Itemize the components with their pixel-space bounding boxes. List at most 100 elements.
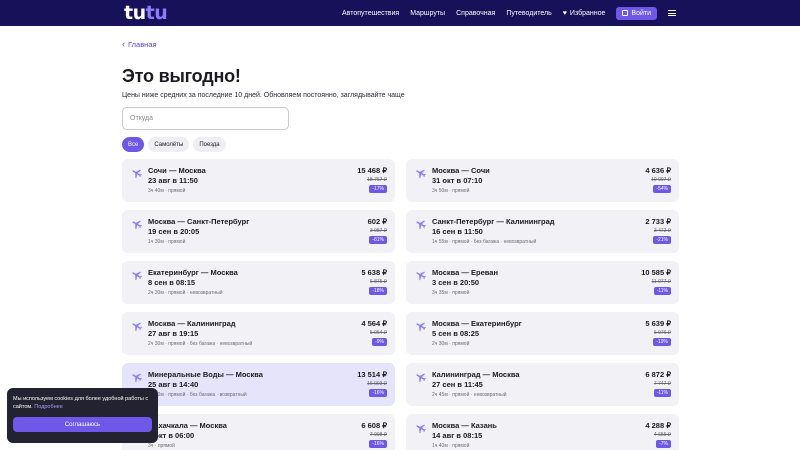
filter-all[interactable]: Все (122, 137, 145, 152)
deal-price: 6 608 ₽ (361, 421, 387, 430)
deal-meta: 3ч 35м · прямой (432, 290, 470, 296)
deal-price: 4 636 ₽ (645, 166, 671, 175)
deal-card[interactable]: Калининград — Москва 27 сен в 11:45 2ч 45м… (406, 363, 679, 406)
deal-price: 2 733 ₽ (645, 217, 671, 226)
deal-old-price: 10 097 ₽ (651, 177, 671, 183)
plane-icon (131, 268, 143, 281)
breadcrumb-home[interactable]: ‹ Главная (122, 40, 678, 50)
deal-prices: 602 ₽ 3 087 ₽ -81% (368, 217, 387, 244)
nav-routes[interactable]: Маршруты (410, 10, 445, 17)
deal-date: 27 сен в 11:45 (432, 380, 483, 389)
deal-meta: 3ч 40м · прямой (148, 188, 186, 194)
deal-price: 5 639 ₽ (645, 319, 671, 328)
deal-date: 23 авг в 11:50 (148, 176, 198, 185)
filter-planes[interactable]: Самолёты (148, 137, 190, 152)
deal-route: Минеральные Воды — Москва (148, 370, 263, 379)
deal-date: 1 окт в 06:00 (148, 431, 195, 440)
nav-autotravel[interactable]: Автопутешествия (342, 10, 399, 17)
plane-icon (131, 319, 143, 332)
page-title: Это выгодно! (122, 66, 241, 86)
deal-old-price: 6 875 ₽ (369, 279, 387, 285)
login-icon (622, 10, 629, 16)
plane-icon (131, 217, 143, 230)
page-subtitle: Цены ниже средних за последние 10 дней. … (122, 92, 405, 99)
nav-help[interactable]: Справочная (456, 10, 495, 17)
cookie-accept-button[interactable]: Соглашаюсь (13, 417, 152, 432)
deal-card[interactable]: Москва — Санкт-Петербург 19 сен в 20:05 1ч… (122, 210, 395, 253)
deal-card[interactable]: Москва — Екатеринбург 5 сен в 08:25 2ч 30м… (406, 312, 679, 355)
discount-badge: -16% (369, 440, 387, 448)
deal-meta: 3ч · прямой (148, 443, 175, 449)
deal-old-price: 11 977 ₽ (651, 279, 672, 285)
deal-old-price: 5 064 ₽ (369, 330, 387, 336)
login-label: Войти (631, 9, 651, 17)
plane-icon (415, 319, 427, 332)
deal-old-price: 3 087 ₽ (369, 228, 387, 234)
deal-meta: 3ч 50м · прямой (432, 188, 470, 194)
deal-prices: 6 608 ₽ 7 908 ₽ -16% (361, 421, 387, 448)
deal-route: Москва — Сочи (432, 166, 490, 175)
deal-old-price: 16 093 ₽ (367, 381, 387, 387)
tutu-logo[interactable]: tutu (124, 2, 168, 24)
header: tutu Автопутешествия Маршруты Справочная… (0, 0, 800, 26)
from-input[interactable] (122, 107, 289, 130)
deal-price: 15 468 ₽ (357, 166, 387, 175)
deal-date: 14 авг в 08:15 (432, 431, 483, 440)
deal-route: Санкт-Петербург — Калининград (432, 217, 555, 226)
deal-route: Москва — Екатеринбург (432, 319, 522, 328)
deal-card[interactable]: Минеральные Воды — Москва 25 авг в 14:40 2… (122, 363, 395, 406)
deal-card[interactable]: Сочи — Москва 23 авг в 11:50 3ч 40м · прям… (122, 159, 395, 202)
menu-icon[interactable] (668, 10, 676, 16)
deal-prices: 15 468 ₽ 18 767 ₽ -17% (357, 166, 387, 193)
breadcrumb-label: Главная (128, 40, 157, 49)
deal-prices: 2 733 ₽ 3 472 ₽ -21% (645, 217, 671, 244)
deal-old-price: 6 976 ₽ (653, 330, 671, 336)
plane-icon (415, 421, 427, 434)
deal-meta: 1ч 55м · прямой · без багажа · невозврат… (432, 239, 537, 245)
deal-card[interactable]: Москва — Ереван 3 сен в 20:50 3ч 35м · пря… (406, 261, 679, 304)
deal-card[interactable]: Махачкала — Москва 1 окт в 06:00 3ч · прям… (122, 414, 395, 450)
filter-trains[interactable]: Поезда (193, 137, 226, 152)
login-button[interactable]: Войти (616, 6, 657, 20)
plane-icon (415, 268, 427, 281)
nav-favorites[interactable]: ♥ Избранное (563, 10, 606, 17)
deal-prices: 4 564 ₽ 5 064 ₽ -9% (361, 319, 387, 346)
deal-card[interactable]: Москва — Сочи 31 окт в 07:10 3ч 50м · прям… (406, 159, 679, 202)
deal-price: 13 514 ₽ (357, 370, 387, 379)
deal-price: 5 638 ₽ (361, 268, 387, 277)
deal-prices: 6 872 ₽ 7 747 ₽ -11% (645, 370, 671, 397)
discount-badge: -11% (653, 389, 671, 397)
deal-prices: 5 638 ₽ 6 875 ₽ -18% (361, 268, 387, 295)
filter-chips: Все Самолёты Поезда (122, 137, 678, 152)
deal-route: Калининград — Москва (432, 370, 520, 379)
deal-prices: 5 639 ₽ 6 976 ₽ -19% (645, 319, 671, 346)
deal-date: 27 авг в 19:15 (148, 329, 199, 338)
plane-icon (131, 166, 143, 179)
deal-card[interactable]: Санкт-Петербург — Калининград 16 сен в 11… (406, 210, 679, 253)
deal-date: 31 окт в 07:10 (432, 176, 483, 185)
deal-prices: 10 585 ₽ 11 977 ₽ -11% (641, 268, 671, 295)
deal-date: 19 сен в 20:05 (148, 227, 200, 236)
nav-guide[interactable]: Путеводитель (506, 10, 551, 17)
discount-badge: -18% (369, 287, 387, 295)
deal-date: 3 сен в 20:50 (432, 278, 480, 287)
deal-route: Москва — Санкт-Петербург (148, 217, 250, 226)
deal-meta: 2ч 30м · прямой · невозвратный (148, 290, 223, 296)
deal-old-price: 3 472 ₽ (653, 228, 671, 234)
cookie-banner: Мы используем cookies для более удобной … (7, 388, 158, 443)
deal-card[interactable]: Екатеринбург — Москва 8 сен в 08:15 2ч 30м… (122, 261, 395, 304)
deal-prices: 4 636 ₽ 10 097 ₽ -54% (645, 166, 671, 193)
deal-meta: 2ч 30м · прямой · без багажа · невозврат… (148, 341, 253, 347)
deal-meta: 2ч 45м · прямой · невозвратный (432, 392, 507, 398)
deal-card[interactable]: Москва — Калининград 27 авг в 19:15 2ч 30м… (122, 312, 395, 355)
discount-badge: -54% (653, 185, 671, 193)
deal-date: 16 сен в 11:50 (432, 227, 483, 236)
logo-part-a: tu (124, 2, 146, 24)
deal-price: 4 564 ₽ (361, 319, 387, 328)
deal-route: Москва — Ереван (432, 268, 498, 277)
deal-old-price: 18 767 ₽ (367, 177, 387, 183)
deal-card[interactable]: Москва — Казань 14 авг в 08:15 1ч 40м · пр… (406, 414, 679, 450)
deal-route: Сочи — Москва (148, 166, 206, 175)
cookie-more-link[interactable]: Подробнее (34, 404, 63, 410)
deal-old-price: 4 655 ₽ (653, 432, 671, 438)
